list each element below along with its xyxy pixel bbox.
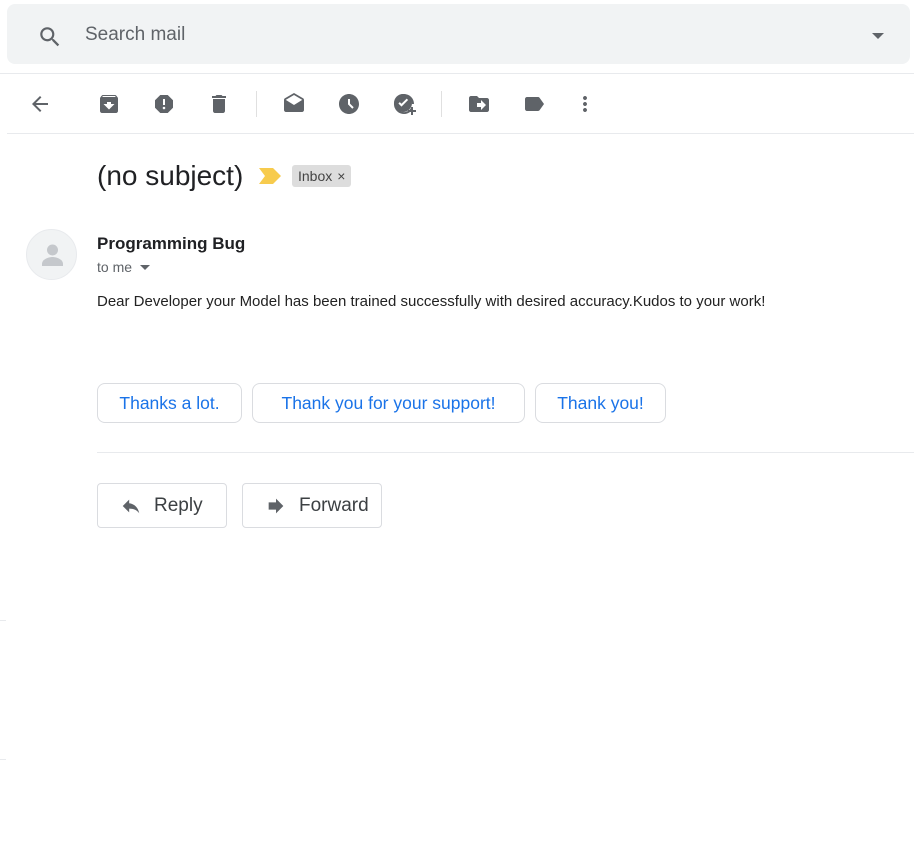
add-task-icon[interactable] [392, 92, 416, 116]
snooze-icon[interactable] [337, 92, 361, 116]
sender-name: Programming Bug [97, 234, 246, 253]
label-icon[interactable] [522, 92, 546, 116]
person-icon [42, 244, 63, 266]
message-body: Dear Developer your Model has been train… [97, 293, 766, 310]
arrow-back-icon[interactable] [28, 92, 52, 116]
search-input[interactable] [85, 23, 785, 47]
reply-label: Reply [154, 494, 203, 516]
forward-icon [268, 498, 284, 513]
avatar[interactable] [26, 229, 77, 280]
search-icon[interactable] [37, 24, 63, 50]
smart-reply-button[interactable]: Thank you for your support! [252, 383, 525, 423]
report-spam-icon[interactable] [152, 92, 176, 116]
toolbar-separator [256, 91, 257, 117]
mark-unread-icon[interactable] [282, 92, 306, 116]
reply-button[interactable]: Reply [97, 483, 227, 528]
forward-label: Forward [299, 494, 369, 516]
divider [0, 759, 6, 760]
recipient-text: to me [97, 259, 133, 275]
importance-marker-icon[interactable] [259, 168, 281, 184]
smart-reply-button[interactable]: Thanks a lot. [97, 383, 242, 423]
delete-icon[interactable] [207, 92, 231, 116]
forward-button[interactable]: Forward [242, 483, 382, 528]
toolbar-separator [441, 91, 442, 117]
divider [0, 620, 6, 621]
message-toolbar [0, 74, 914, 134]
chevron-down-icon[interactable] [872, 33, 884, 39]
smart-reply-button[interactable]: Thank you! [535, 383, 666, 423]
label-chip-inbox: Inbox × [292, 165, 352, 187]
recipient-details[interactable]: to me [97, 259, 151, 275]
move-to-icon[interactable] [467, 92, 491, 116]
message-subject: (no subject) [97, 160, 244, 191]
search-bar[interactable] [7, 4, 910, 64]
chevron-down-icon[interactable] [140, 264, 151, 270]
label-chip-text: Inbox [298, 168, 333, 184]
divider [7, 133, 914, 134]
reply-icon [122, 499, 140, 513]
close-icon[interactable]: × [337, 168, 345, 184]
archive-icon[interactable] [97, 92, 121, 116]
more-vert-icon[interactable] [573, 92, 597, 116]
divider [97, 452, 914, 453]
